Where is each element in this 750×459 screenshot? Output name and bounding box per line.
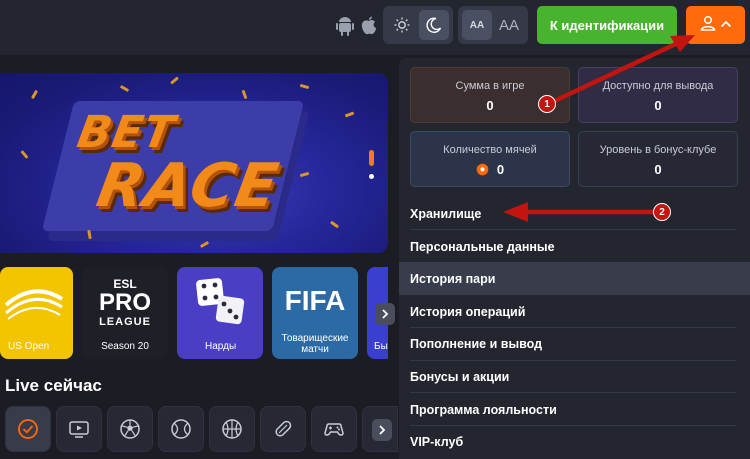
annotation-arrow-2 [503, 202, 663, 222]
annotation-badge-2: 2 [653, 203, 671, 221]
annotation-arrows [503, 35, 695, 222]
annotation-badge-1: 1 [538, 95, 556, 113]
annotation-arrow-1 [545, 35, 695, 107]
